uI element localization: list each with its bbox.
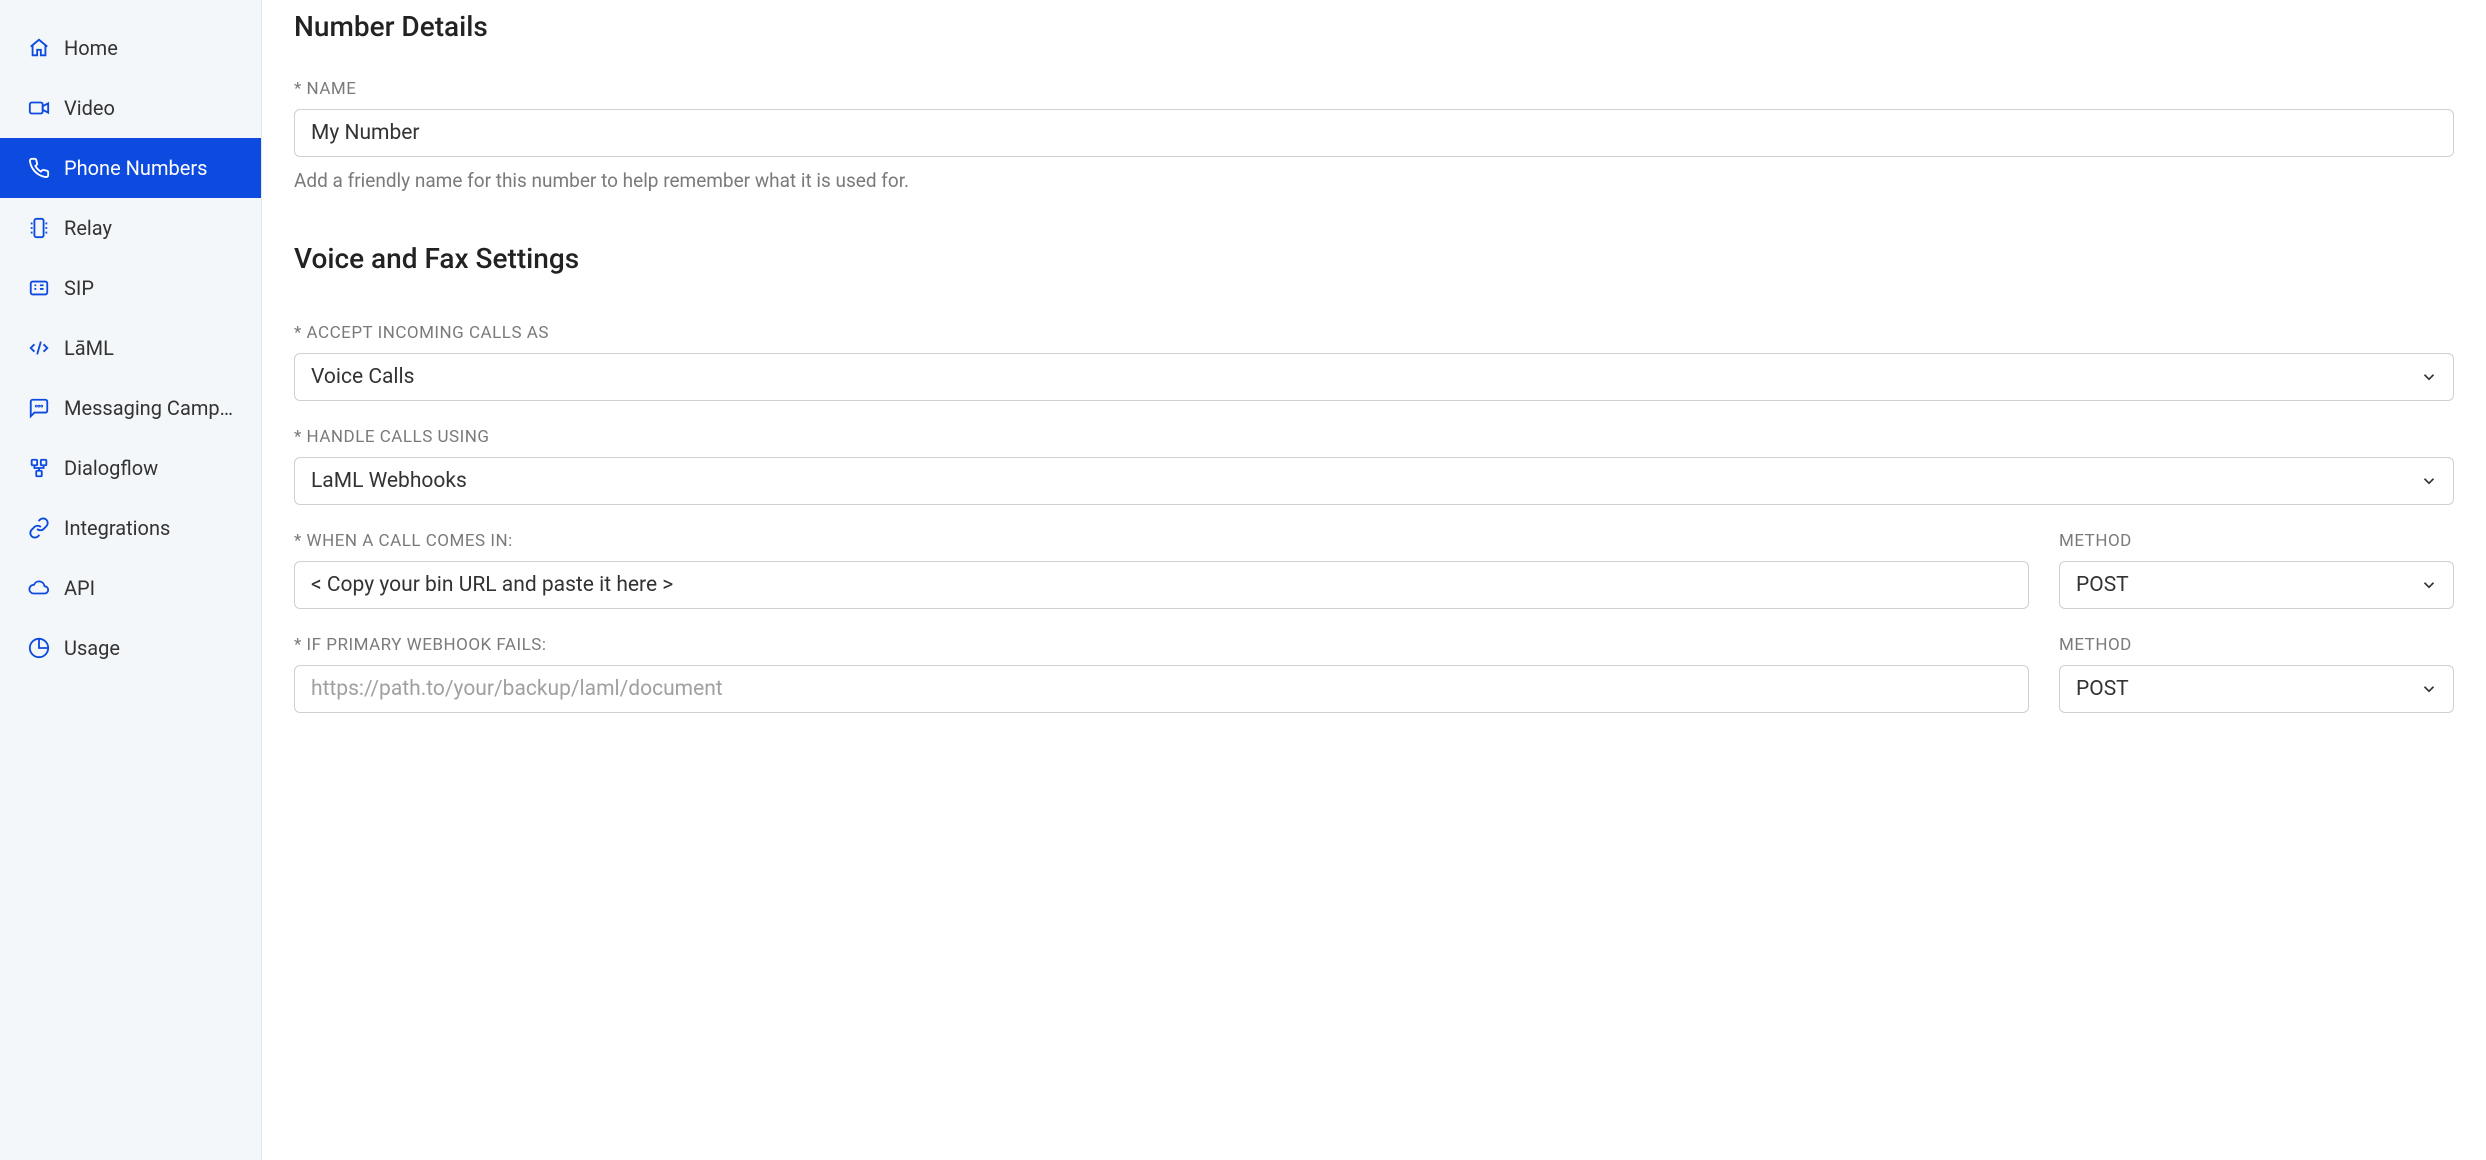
sip-icon: [28, 277, 50, 299]
method-label-2: METHOD: [2059, 635, 2454, 655]
sidebar-item-label: Usage: [64, 636, 120, 660]
when-call-row: * WHEN A CALL COMES IN: METHOD POST: [294, 531, 2454, 609]
sidebar-item-label: Integrations: [64, 516, 170, 540]
sidebar-item-label: Messaging Camp...: [64, 396, 233, 420]
sidebar-item-label: Dialogflow: [64, 456, 158, 480]
sidebar: Home Video Phone Numbers Relay SIP: [0, 0, 262, 1160]
section-title-number-details: Number Details: [294, 10, 2454, 43]
name-field-group: * NAME Add a friendly name for this numb…: [294, 79, 2454, 192]
sidebar-item-integrations[interactable]: Integrations: [0, 498, 261, 558]
message-icon: [28, 397, 50, 419]
accept-incoming-select[interactable]: Voice Calls: [294, 353, 2454, 401]
number-details-section: Number Details * NAME Add a friendly nam…: [294, 10, 2454, 192]
sidebar-item-label: Relay: [64, 216, 112, 240]
voice-fax-section: Voice and Fax Settings * ACCEPT INCOMING…: [294, 242, 2454, 713]
fallback-input[interactable]: [294, 665, 2029, 713]
sidebar-item-usage[interactable]: Usage: [0, 618, 261, 678]
name-label: * NAME: [294, 79, 2454, 99]
handle-calls-label: * HANDLE CALLS USING: [294, 427, 2454, 447]
main-content: Number Details * NAME Add a friendly nam…: [262, 0, 2486, 1160]
sidebar-item-relay[interactable]: Relay: [0, 198, 261, 258]
sidebar-item-laml[interactable]: LāML: [0, 318, 261, 378]
when-call-label: * WHEN A CALL COMES IN:: [294, 531, 2029, 551]
name-help-text: Add a friendly name for this number to h…: [294, 169, 2454, 192]
sidebar-item-label: Home: [64, 36, 118, 60]
when-call-method-select[interactable]: POST: [2059, 561, 2454, 609]
fallback-method-select[interactable]: POST: [2059, 665, 2454, 713]
usage-icon: [28, 637, 50, 659]
sidebar-item-phone-numbers[interactable]: Phone Numbers: [0, 138, 261, 198]
phone-icon: [28, 157, 50, 179]
handle-calls-field: * HANDLE CALLS USING LaML Webhooks: [294, 427, 2454, 505]
fallback-row: * IF PRIMARY WEBHOOK FAILS: METHOD POST: [294, 635, 2454, 713]
video-icon: [28, 97, 50, 119]
sidebar-item-video[interactable]: Video: [0, 78, 261, 138]
relay-icon: [28, 217, 50, 239]
when-call-input[interactable]: [294, 561, 2029, 609]
sidebar-item-api[interactable]: API: [0, 558, 261, 618]
sidebar-item-label: Phone Numbers: [64, 156, 207, 180]
cloud-icon: [28, 577, 50, 599]
name-input[interactable]: [294, 109, 2454, 157]
dialogflow-icon: [28, 457, 50, 479]
accept-incoming-label: * ACCEPT INCOMING CALLS AS: [294, 323, 2454, 343]
sidebar-item-label: LāML: [64, 336, 114, 360]
sidebar-item-label: API: [64, 576, 95, 600]
home-icon: [28, 37, 50, 59]
sidebar-item-home[interactable]: Home: [0, 18, 261, 78]
handle-calls-select[interactable]: LaML Webhooks: [294, 457, 2454, 505]
section-title-voice-fax: Voice and Fax Settings: [294, 242, 2454, 275]
fallback-label: * IF PRIMARY WEBHOOK FAILS:: [294, 635, 2029, 655]
sidebar-item-dialogflow[interactable]: Dialogflow: [0, 438, 261, 498]
sidebar-item-messaging[interactable]: Messaging Camp...: [0, 378, 261, 438]
accept-incoming-field: * ACCEPT INCOMING CALLS AS Voice Calls: [294, 323, 2454, 401]
link-icon: [28, 517, 50, 539]
sidebar-item-sip[interactable]: SIP: [0, 258, 261, 318]
code-icon: [28, 337, 50, 359]
sidebar-item-label: SIP: [64, 276, 94, 300]
sidebar-item-label: Video: [64, 96, 115, 120]
method-label-1: METHOD: [2059, 531, 2454, 551]
